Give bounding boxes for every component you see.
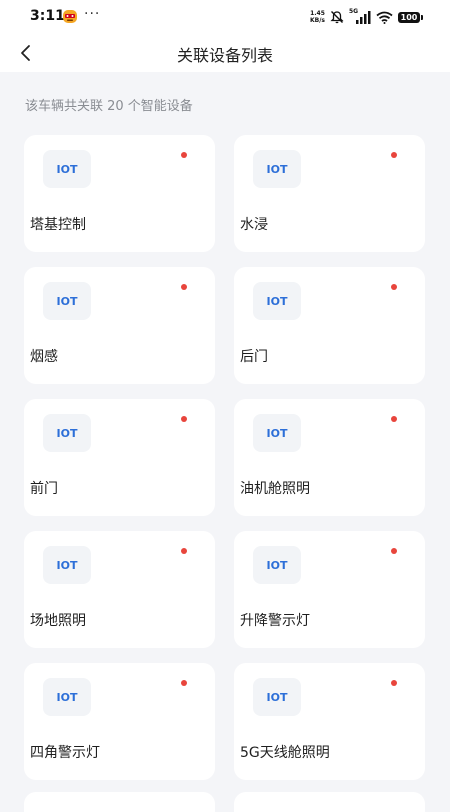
offline-status-dot [391, 284, 397, 290]
offline-status-dot [181, 284, 187, 290]
page-title: 关联设备列表 [176, 46, 273, 65]
device-name: 5G天线舱照明 [240, 745, 330, 761]
offline-status-dot [181, 680, 187, 686]
device-card-partial[interactable] [234, 792, 425, 812]
signal-strength: 5G [349, 8, 371, 24]
device-grid: IOT 塔基控制 IOT 水浸 IOT 烟感 IOT 后门 IOT 前门 IOT… [24, 135, 426, 780]
offline-status-dot [391, 416, 397, 422]
device-name: 后门 [240, 349, 268, 365]
device-card[interactable]: IOT 后门 [234, 267, 425, 384]
battery-indicator: 100 [398, 11, 423, 23]
device-card[interactable]: IOT 5G天线舱照明 [234, 663, 425, 780]
network-speed-unit: KB/s [310, 17, 325, 24]
device-name: 前门 [30, 481, 58, 497]
signal-bars-icon [356, 11, 371, 24]
network-speed: 1.45 KB/s [310, 10, 325, 24]
offline-status-dot [391, 152, 397, 158]
device-card[interactable]: IOT 四角警示灯 [24, 663, 215, 780]
device-card[interactable]: IOT 前门 [24, 399, 215, 516]
device-name: 场地照明 [30, 613, 86, 629]
device-card[interactable]: IOT 水浸 [234, 135, 425, 252]
iot-badge-icon: IOT [43, 150, 91, 188]
offline-status-dot [181, 548, 187, 554]
iot-badge-icon: IOT [253, 414, 301, 452]
mute-bell-icon [330, 11, 344, 24]
device-card[interactable]: IOT 油机舱照明 [234, 399, 425, 516]
device-card[interactable]: IOT 场地照明 [24, 531, 215, 648]
iot-badge-icon: IOT [253, 150, 301, 188]
status-time: 3:11 [30, 8, 65, 24]
device-name: 四角警示灯 [30, 745, 100, 761]
more-notifications-indicator: ··· [84, 6, 101, 22]
iot-badge-icon: IOT [43, 546, 91, 584]
offline-status-dot [181, 152, 187, 158]
device-name: 塔基控制 [30, 217, 86, 233]
wifi-icon [376, 11, 393, 24]
status-icons: 1.45 KB/s 5G 100 [310, 8, 423, 26]
device-card[interactable]: IOT 升降警示灯 [234, 531, 425, 648]
iot-badge-icon: IOT [253, 546, 301, 584]
iot-badge-icon: IOT [43, 414, 91, 452]
iot-badge-icon: IOT [253, 678, 301, 716]
offline-status-dot [181, 416, 187, 422]
device-name: 烟感 [30, 349, 58, 365]
network-speed-value: 1.45 [310, 10, 325, 17]
device-card[interactable]: IOT 烟感 [24, 267, 215, 384]
device-name: 油机舱照明 [240, 481, 310, 497]
device-card-partial[interactable] [24, 792, 215, 812]
device-count-summary: 该车辆共关联 20 个智能设备 [25, 99, 193, 114]
status-bar: 3:11 ··· 1.45 KB/s 5G 100 [0, 0, 450, 34]
iot-badge-icon: IOT [43, 282, 91, 320]
device-name: 水浸 [240, 217, 268, 233]
offline-status-dot [391, 680, 397, 686]
iot-badge-icon: IOT [43, 678, 91, 716]
app-header: 关联设备列表 [0, 34, 450, 72]
offline-status-dot [391, 548, 397, 554]
notification-emoji-icon [63, 10, 77, 23]
iot-badge-icon: IOT [253, 282, 301, 320]
device-card[interactable]: IOT 塔基控制 [24, 135, 215, 252]
device-name: 升降警示灯 [240, 613, 310, 629]
